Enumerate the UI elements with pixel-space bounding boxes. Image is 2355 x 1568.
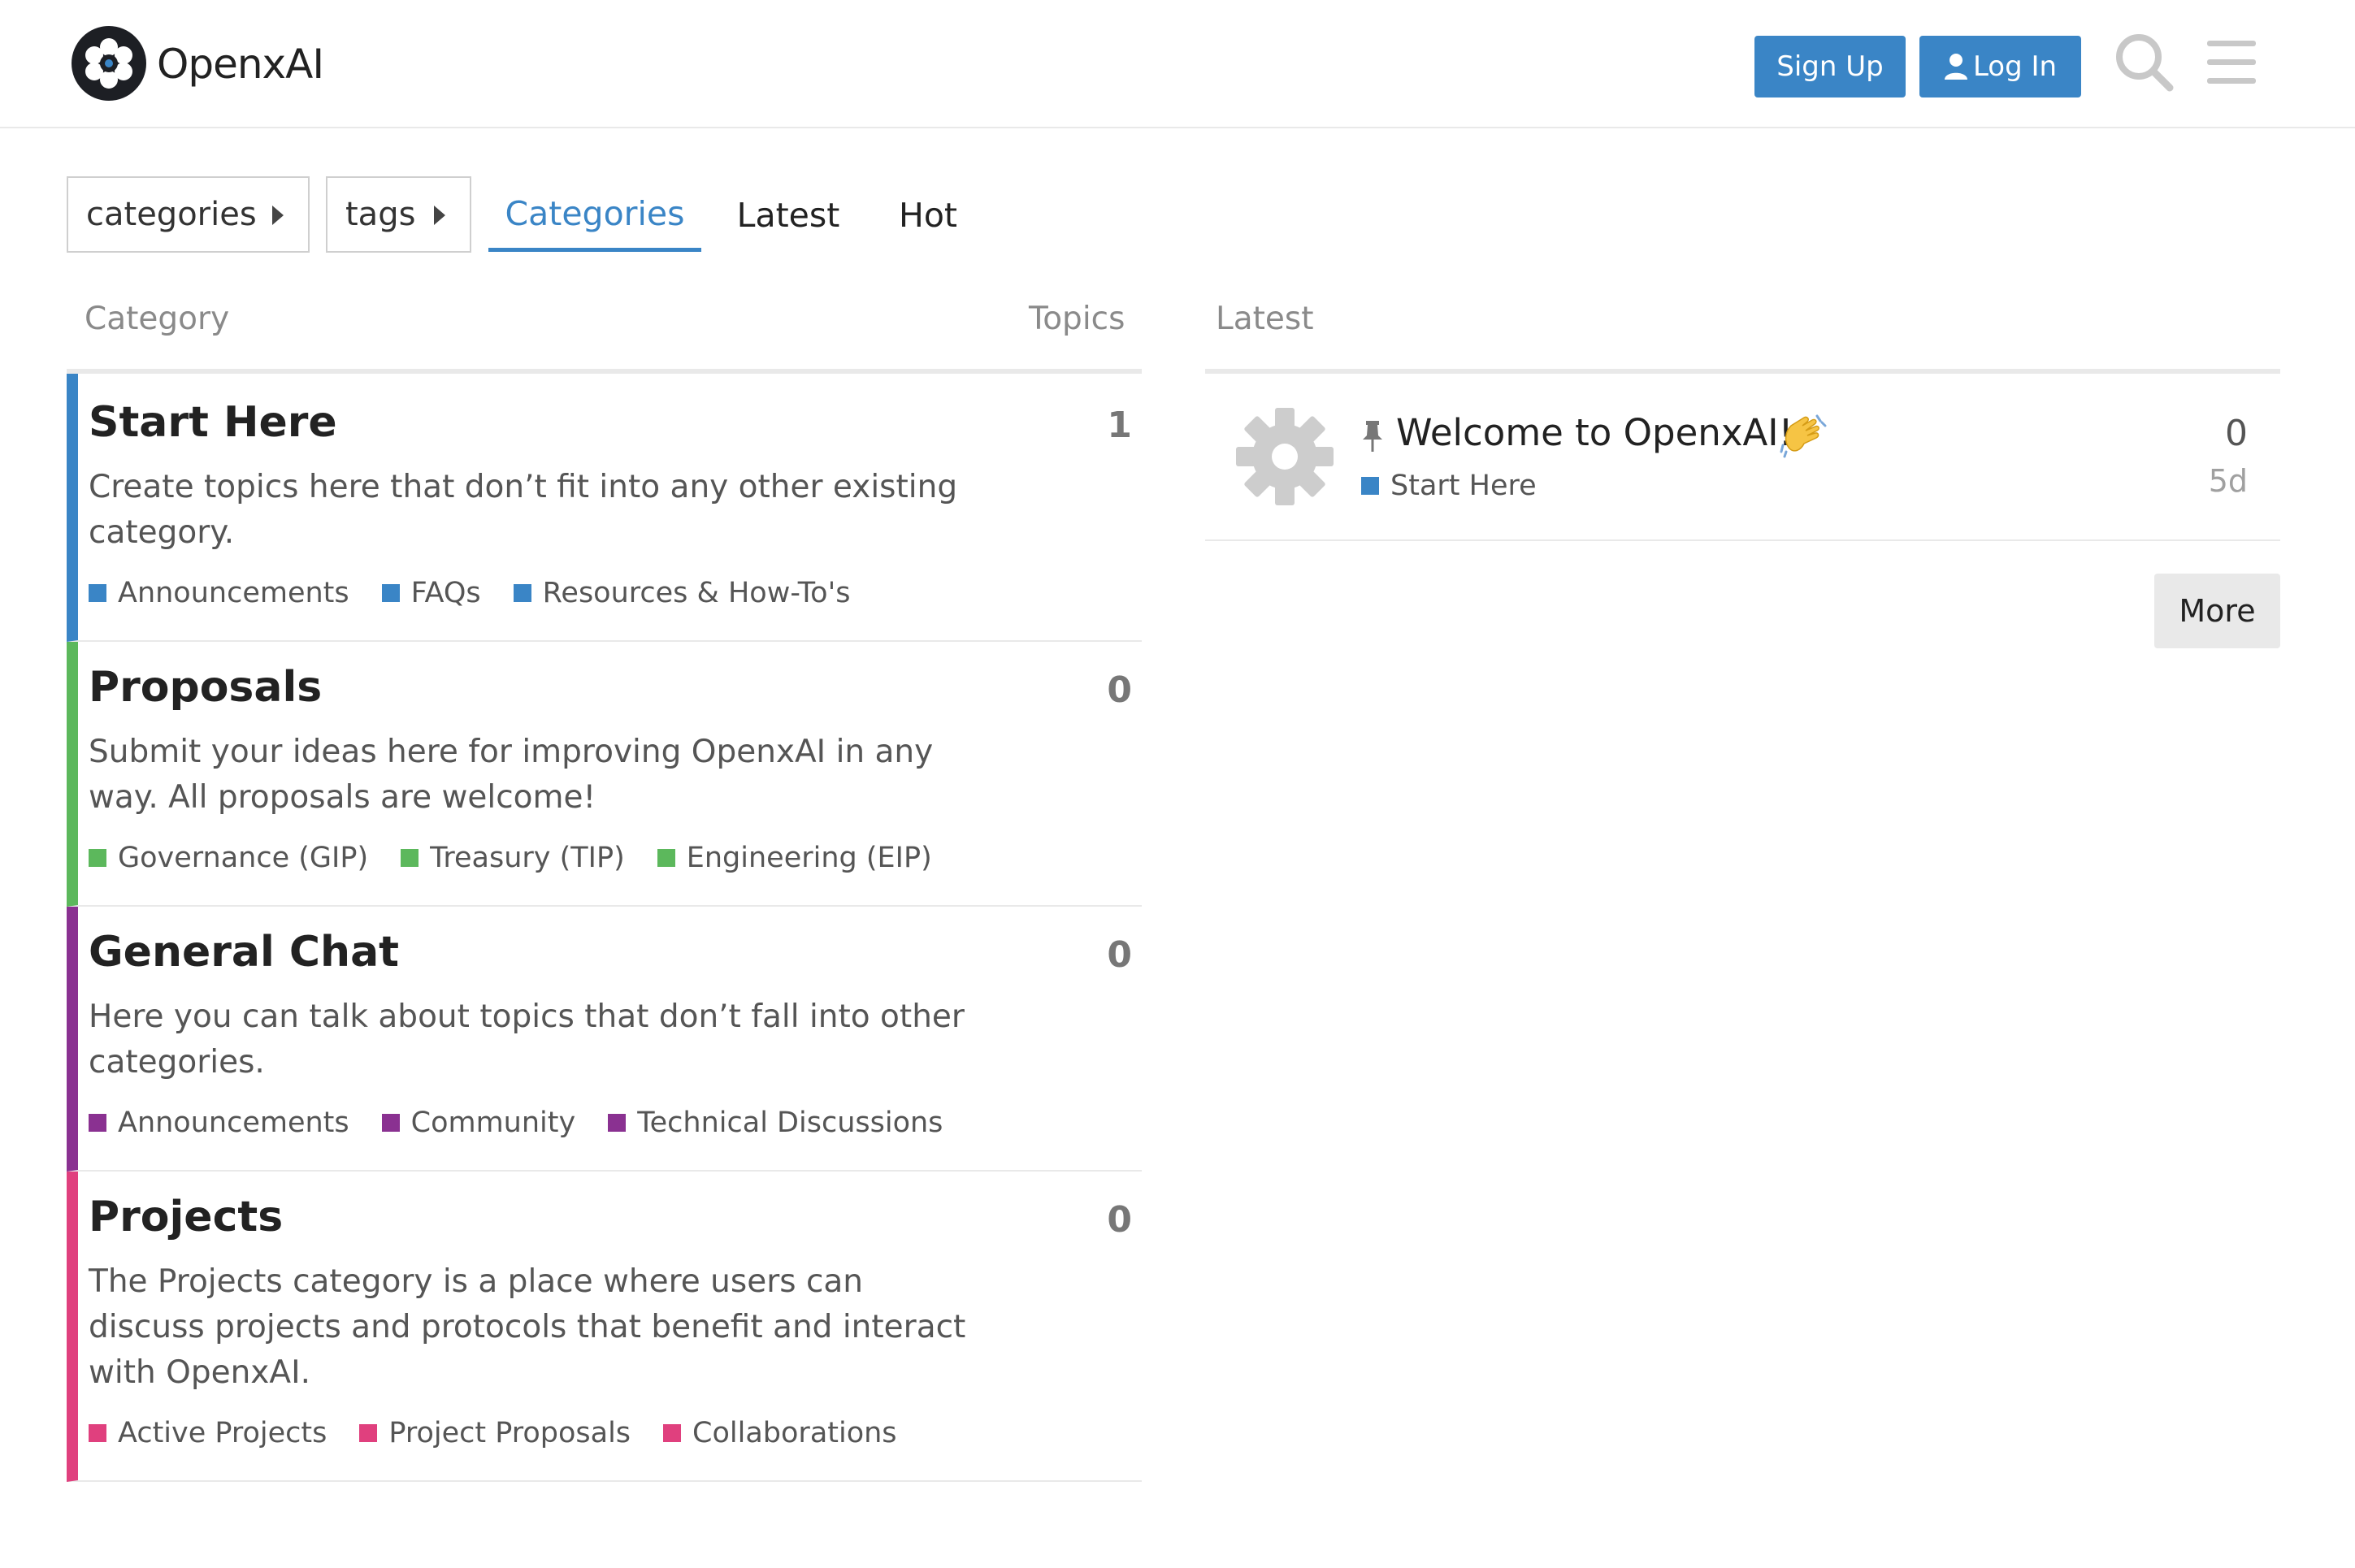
caret-right-icon [434, 206, 445, 225]
category-description: Create topics here that don’t fit into a… [89, 469, 958, 551]
latest-column-header: Latest [1216, 301, 1314, 337]
category-color-square [1361, 477, 1379, 495]
topic-title-link[interactable]: Welcome to OpenxAI! [1396, 411, 1793, 454]
subcategory-link[interactable]: FAQs [381, 577, 481, 609]
subcategory-label: Resources & How-To's [542, 577, 851, 609]
subcategory-link[interactable]: Resources & How-To's [513, 577, 851, 609]
category-color-square [89, 1114, 106, 1132]
category-color-square [381, 584, 400, 602]
subcategory-label: Treasury (TIP) [430, 842, 625, 874]
subcategory-link[interactable]: Announcements [89, 1107, 349, 1139]
subcategory-link[interactable]: Collaborations [663, 1417, 897, 1449]
subcategory-link[interactable]: Community [381, 1107, 576, 1139]
category-row-proposals[interactable]: Proposals 0 Submit your ideas here for i… [67, 642, 1142, 907]
latest-topic-row[interactable]: Welcome to OpenxAI! Start Here 0 5d [1205, 374, 2280, 541]
tags-dropdown-label: tags [345, 196, 416, 233]
category-row-general-chat[interactable]: General Chat 0 Here you can talk about t… [67, 907, 1142, 1172]
topic-category-link[interactable]: Start Here [1361, 470, 1537, 502]
subcategory-link[interactable]: Treasury (TIP) [401, 842, 625, 874]
category-description: Here you can talk about topics that don’… [89, 998, 965, 1081]
subcategory-list: Active Projects Project Proposals Collab… [89, 1417, 897, 1449]
subcategory-label: Project Proposals [388, 1417, 631, 1449]
categories-dropdown-label: categories [86, 196, 257, 233]
subcategory-label: Active Projects [118, 1417, 327, 1449]
category-title[interactable]: General Chat [89, 928, 399, 977]
topic-category-label: Start Here [1390, 470, 1537, 502]
topic-count: 0 [1107, 669, 1132, 711]
category-color-square [513, 584, 531, 602]
category-description: The Projects category is a place where u… [89, 1263, 966, 1391]
tab-categories[interactable]: Categories [488, 179, 701, 252]
subcategory-label: FAQs [410, 577, 481, 609]
subcategory-label: Technical Discussions [637, 1107, 943, 1139]
subcategory-link[interactable]: Governance (GIP) [89, 842, 368, 874]
subcategory-list: Announcements FAQs Resources & How-To's [89, 577, 850, 609]
category-description: Submit your ideas here for improving Ope… [89, 734, 934, 816]
category-color-square [89, 584, 106, 602]
category-color-square [381, 1114, 400, 1132]
openxai-logo-icon[interactable] [72, 26, 146, 101]
category-color-square [657, 849, 675, 867]
category-title[interactable]: Projects [89, 1193, 283, 1241]
topics-column-header: Topics [1029, 301, 1125, 337]
subcategory-label: Governance (GIP) [118, 842, 369, 874]
waving-hand-icon [1780, 414, 1827, 458]
category-row-start-here[interactable]: Start Here 1 Create topics here that don… [67, 374, 1142, 642]
subcategory-label: Engineering (EIP) [686, 842, 932, 874]
subcategory-label: Collaborations [692, 1417, 897, 1449]
category-color-square [401, 849, 419, 867]
category-title[interactable]: Start Here [89, 398, 337, 447]
tab-latest[interactable]: Latest [726, 179, 851, 252]
category-color-square [89, 849, 106, 867]
subcategory-label: Announcements [118, 577, 349, 609]
category-color-square [663, 1424, 682, 1442]
search-icon[interactable] [2113, 31, 2175, 93]
topic-count: 0 [1107, 1199, 1132, 1241]
gear-avatar-icon[interactable] [1236, 408, 1334, 505]
subcategory-link[interactable]: Technical Discussions [608, 1107, 943, 1139]
site-header: OpenxAI Sign Up Log In [0, 0, 2355, 128]
category-color-square [608, 1114, 627, 1132]
subcategory-link[interactable]: Announcements [89, 577, 349, 609]
category-color-square [359, 1424, 378, 1442]
subcategory-label: Community [410, 1107, 576, 1139]
category-color-square [89, 1424, 106, 1442]
tab-hot[interactable]: Hot [886, 179, 970, 252]
subcategory-link[interactable]: Project Proposals [359, 1417, 631, 1449]
subcategory-link[interactable]: Engineering (EIP) [657, 842, 932, 874]
category-row-projects[interactable]: Projects 0 The Projects category is a pl… [67, 1172, 1142, 1482]
more-button[interactable]: More [2154, 574, 2280, 648]
subcategory-list: Governance (GIP) Treasury (TIP) Engineer… [89, 842, 932, 874]
subcategory-label: Announcements [118, 1107, 349, 1139]
tags-dropdown[interactable]: tags [326, 176, 471, 253]
subcategory-link[interactable]: Active Projects [89, 1417, 327, 1449]
log-in-label: Log In [1972, 50, 2058, 83]
reply-count: 0 [2225, 413, 2248, 454]
user-icon [1944, 54, 1967, 80]
topic-count: 0 [1107, 934, 1132, 976]
subcategory-list: Announcements Community Technical Discus… [89, 1107, 943, 1139]
category-column-header: Category [85, 301, 230, 337]
pin-icon [1363, 421, 1382, 452]
hamburger-menu-icon[interactable] [2205, 37, 2257, 86]
sign-up-button[interactable]: Sign Up [1754, 36, 1906, 97]
categories-dropdown[interactable]: categories [67, 176, 310, 253]
log-in-button[interactable]: Log In [1919, 36, 2081, 97]
topic-age[interactable]: 5d [2209, 463, 2248, 499]
category-title[interactable]: Proposals [89, 663, 322, 712]
caret-right-icon [272, 206, 284, 225]
site-title[interactable]: OpenxAI [157, 36, 324, 93]
topic-count: 1 [1107, 405, 1132, 446]
